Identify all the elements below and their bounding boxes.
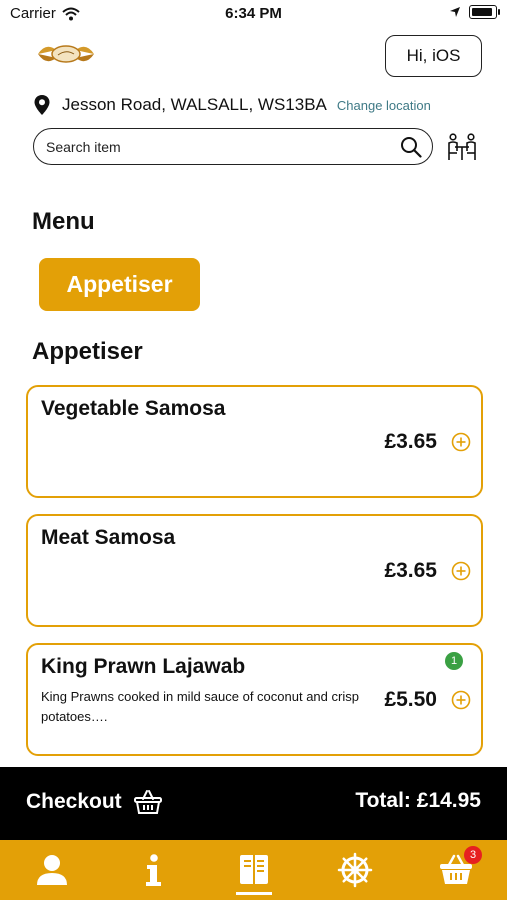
status-bar: Carrier 6:34 PM (0, 0, 507, 28)
map-pin-icon (34, 95, 50, 115)
info-icon (146, 854, 161, 886)
delivery-location: Jesson Road, WALSALL, WS13BA Change loca… (34, 93, 431, 117)
menu-heading: Menu (32, 208, 95, 235)
category-button-appetiser[interactable]: Appetiser (39, 258, 200, 311)
menu-icon (240, 855, 268, 884)
menu-item-card[interactable]: Meat Samosa £3.65 (26, 514, 483, 627)
status-time: 6:34 PM (225, 5, 282, 22)
search-icon[interactable] (400, 136, 422, 158)
status-right (449, 5, 500, 19)
tab-basket[interactable]: 3 (434, 846, 482, 892)
item-price: £3.65 (384, 430, 437, 453)
item-price: £3.65 (384, 559, 437, 582)
tab-wheel[interactable] (333, 848, 377, 892)
profile-icon (37, 855, 67, 885)
cart-count-badge: 3 (464, 846, 482, 864)
order-total: Total: £14.95 (355, 789, 481, 812)
checkout-bar: Checkout Total: £14.95 (0, 767, 507, 840)
tab-profile[interactable] (30, 848, 74, 892)
item-name: King Prawn Lajawab (41, 655, 246, 678)
add-circle-icon[interactable] (451, 561, 471, 581)
section-heading: Appetiser (32, 338, 143, 365)
bottom-tab-bar: 3 (0, 840, 507, 900)
item-quantity-badge: 1 (445, 652, 463, 670)
item-description: King Prawns cooked in mild sauce of coco… (41, 689, 359, 724)
search-input[interactable] (44, 137, 388, 156)
item-name: Meat Samosa (41, 526, 176, 549)
menu-item-card[interactable]: King Prawn Lajawab King Prawns cooked in… (26, 643, 483, 756)
checkout-button[interactable]: Checkout (26, 789, 162, 815)
tab-info[interactable] (131, 848, 175, 892)
menu-item-card[interactable]: Vegetable Samosa £3.65 (26, 385, 483, 498)
search-bar (33, 128, 433, 165)
add-circle-icon[interactable] (451, 690, 471, 710)
item-price: £5.50 (384, 688, 437, 711)
location-address: Jesson Road, WALSALL, WS13BA (62, 95, 327, 114)
checkout-label: Checkout (26, 790, 122, 813)
restaurant-logo (38, 45, 94, 63)
location-arrow-icon (450, 7, 460, 17)
wheel-icon (337, 852, 373, 888)
battery-icon (469, 5, 500, 19)
basket-icon (133, 790, 162, 814)
change-location-link[interactable]: Change location (337, 98, 431, 113)
dine-in-table-icon[interactable] (446, 133, 478, 161)
user-greeting-button[interactable]: Hi, iOS (385, 35, 482, 77)
item-name: Vegetable Samosa (41, 397, 226, 420)
tab-menu[interactable] (232, 848, 276, 895)
add-circle-icon[interactable] (451, 432, 471, 452)
